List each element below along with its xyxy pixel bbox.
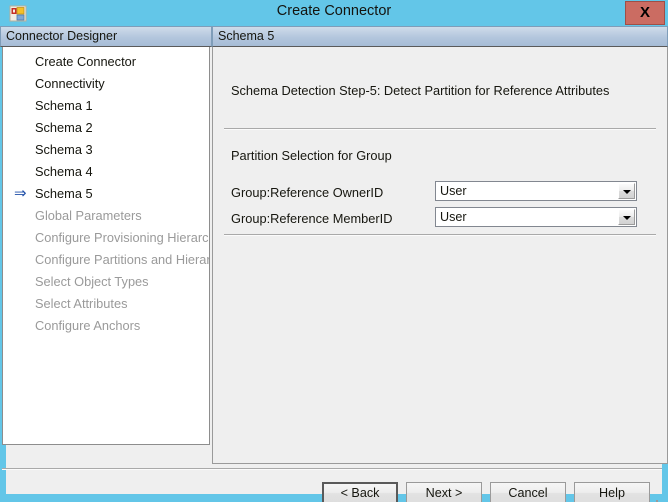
wizard-step-list: Create Connector Connectivity Schema 1 Sche…	[2, 47, 210, 445]
sidebar-item-schema-4[interactable]: Schema 4	[3, 161, 93, 183]
sidebar-item-schema-2[interactable]: Schema 2	[3, 117, 93, 139]
tab-connector-designer[interactable]: Connector Designer	[0, 26, 212, 47]
page-title: Schema Detection Step-5: Detect Partitio…	[231, 83, 610, 98]
sidebar-item-label: Create Connector	[35, 54, 137, 69]
sidebar-item-label: Connectivity	[35, 76, 105, 91]
tab-schema-5[interactable]: Schema 5	[212, 26, 668, 47]
footer-divider	[2, 468, 662, 470]
sidebar-item-label: Configure Partitions and Hierarchies	[35, 252, 209, 267]
create-connector-window: Create Connector X Connector Designer Sc…	[0, 0, 668, 502]
cancel-button[interactable]: Cancel	[490, 482, 566, 502]
partition-select-owner-id-value: User	[440, 184, 467, 198]
sidebar-item-create-connector[interactable]: Create Connector	[3, 51, 136, 73]
help-button[interactable]: Help	[574, 482, 650, 502]
window-title: Create Connector	[276, 3, 392, 19]
sidebar-item-connectivity[interactable]: Connectivity	[3, 73, 105, 95]
section-heading: Partition Selection for Group	[231, 148, 392, 163]
back-button[interactable]: < Back	[322, 482, 398, 502]
partition-select-member-id-value: User	[440, 210, 467, 224]
field-label-owner-id: Group:Reference OwnerID	[231, 185, 384, 200]
divider-bottom	[224, 234, 656, 236]
sidebar-item-label: Select Attributes	[35, 296, 128, 311]
sidebar-item-label: Global Parameters	[35, 208, 142, 223]
sidebar-item-schema-5[interactable]: ⇒ Schema 5	[3, 183, 93, 205]
sidebar-item-select-attributes: Select Attributes	[3, 293, 127, 315]
sidebar-item-label: Schema 5	[35, 186, 93, 201]
field-label-member-id: Group:Reference MemberID	[231, 211, 393, 226]
sidebar-item-label: Schema 4	[35, 164, 93, 179]
sidebar-item-schema-1[interactable]: Schema 1	[3, 95, 93, 117]
next-button[interactable]: Next >	[406, 482, 482, 502]
sidebar-item-schema-3[interactable]: Schema 3	[3, 139, 93, 161]
chevron-down-icon[interactable]	[618, 209, 635, 225]
sidebar-item-label: Configure Anchors	[35, 318, 141, 333]
sidebar-item-label: Schema 3	[35, 142, 93, 157]
sidebar-item-configure-anchors: Configure Anchors	[3, 315, 140, 337]
wizard-content-panel: Schema Detection Step-5: Detect Partitio…	[212, 47, 668, 464]
sidebar-item-configure-partitions-and-hierarchies: Configure Partitions and Hierarchies	[3, 249, 209, 271]
sidebar-item-label: Select Object Types	[35, 274, 149, 289]
sidebar-item-label: Configure Provisioning Hierarchy	[35, 230, 210, 245]
chevron-down-icon[interactable]	[618, 183, 635, 199]
title-bar: Create Connector X	[0, 0, 668, 26]
partition-select-owner-id[interactable]: User	[435, 181, 637, 201]
sidebar-item-label: Schema 2	[35, 120, 93, 135]
partition-select-member-id[interactable]: User	[435, 207, 637, 227]
sidebar-item-label: Schema 1	[35, 98, 93, 113]
close-button[interactable]: X	[625, 1, 665, 25]
sidebar-item-global-parameters: Global Parameters	[3, 205, 142, 227]
sidebar-item-configure-provisioning-hierarchy: Configure Provisioning Hierarchy	[3, 227, 210, 249]
divider-top	[224, 128, 656, 130]
current-step-arrow-icon: ⇒	[14, 185, 27, 202]
client-area: Connector Designer Schema 5 Create Conne…	[0, 26, 668, 502]
resize-grip-icon[interactable]	[646, 498, 660, 502]
sidebar-item-select-object-types: Select Object Types	[3, 271, 149, 293]
